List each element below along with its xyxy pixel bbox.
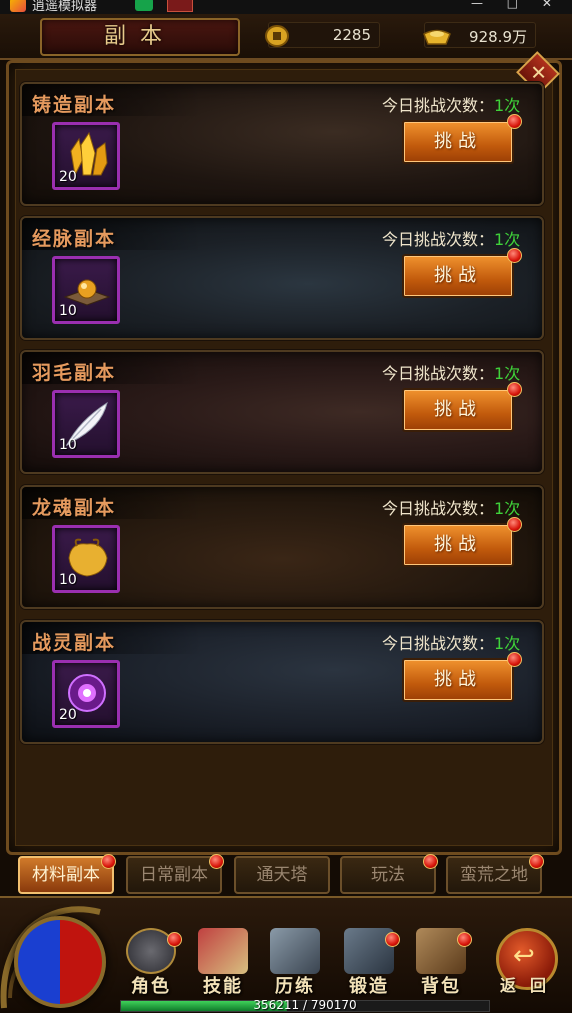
header: 副本 2285 928.9万: [0, 14, 572, 60]
dungeon-card-war-spirit: 战灵副本 今日挑战次数：1次 20 挑战: [20, 620, 544, 744]
exp-text: 356211 / 790170: [253, 998, 357, 1012]
gold-ingot-icon: [423, 29, 451, 45]
item-quantity: 20: [59, 707, 77, 723]
nav-skills[interactable]: 技能: [190, 928, 256, 998]
challenge-button[interactable]: 挑战: [402, 523, 514, 567]
challenge-count-value: 1次: [494, 230, 521, 249]
back-label: 返回: [500, 976, 561, 995]
tab-sky-tower[interactable]: 通天塔: [234, 856, 330, 894]
challenge-count: 今日挑战次数：1次: [382, 92, 520, 116]
notification-dot: [507, 517, 522, 532]
dungeon-name: 战灵副本: [32, 632, 117, 654]
notification-dot: [423, 854, 438, 869]
nav-label: 角色: [131, 976, 171, 997]
window-controls[interactable]: — □ ✕: [471, 0, 562, 10]
dungeon-card-feather: 羽毛副本 今日挑战次数：1次 10 挑战: [20, 350, 544, 474]
challenge-count-value: 1次: [494, 96, 521, 115]
coin-display: 2285: [265, 22, 380, 48]
chat-icon[interactable]: [135, 0, 153, 11]
challenge-count-label: 今日挑战次数：: [382, 499, 495, 518]
app-icon: [10, 0, 26, 12]
item-quantity: 10: [59, 572, 77, 588]
notification-dot: [209, 854, 224, 869]
status-bar: 逍遥模拟器 — □ ✕: [0, 0, 572, 14]
nav-label: 历练: [275, 976, 315, 997]
notification-dot: [507, 652, 522, 667]
challenge-count-value: 1次: [494, 499, 521, 518]
nav-backpack[interactable]: 背包: [408, 928, 474, 998]
tab-label: 材料副本: [32, 865, 100, 885]
item-quantity: 10: [59, 303, 77, 319]
notification-dot: [167, 932, 182, 947]
page-title: 副本: [103, 24, 176, 49]
challenge-count: 今日挑战次数：1次: [382, 360, 520, 384]
nav-label: 背包: [421, 976, 461, 997]
dungeon-card-forge: 铸造副本 今日挑战次数：1次 20 挑战: [20, 82, 544, 206]
notification-dot: [507, 248, 522, 263]
dungeon-name: 经脉副本: [32, 228, 117, 250]
ingot-value: 928.9万: [469, 28, 527, 46]
item-quantity: 20: [59, 169, 77, 185]
challenge-count-label: 今日挑战次数：: [382, 364, 495, 383]
yin-yang-icon[interactable]: [14, 916, 106, 1008]
bottom-nav: 角色 技能 历练 锻造 背包 ↩ 返回 356211 / 790170: [0, 896, 572, 1013]
coin-icon: [265, 25, 289, 47]
tab-label: 玩法: [371, 865, 405, 885]
notification-dot: [529, 854, 544, 869]
challenge-count-value: 1次: [494, 364, 521, 383]
notification-dot: [507, 114, 522, 129]
notification-dot: [507, 382, 522, 397]
nav-forge[interactable]: 锻造: [336, 928, 402, 998]
notification-dot: [385, 932, 400, 947]
challenge-count-value: 1次: [494, 634, 521, 653]
tab-label: 蛮荒之地: [460, 865, 528, 885]
challenge-count-label: 今日挑战次数：: [382, 634, 495, 653]
notification-dot: [457, 932, 472, 947]
reward-item-slot[interactable]: 10: [52, 390, 120, 458]
armor-icon: [270, 928, 320, 974]
dungeon-tabs: 材料副本 日常副本 通天塔 玩法 蛮荒之地: [14, 854, 558, 896]
notification-dot: [101, 854, 116, 869]
coin-value: 2285: [332, 26, 371, 44]
challenge-count-label: 今日挑战次数：: [382, 96, 495, 115]
challenge-button[interactable]: 挑战: [402, 120, 514, 164]
game-icon[interactable]: [167, 0, 193, 12]
dungeon-card-dragon-soul: 龙魂副本 今日挑战次数：1次 10 挑战: [20, 485, 544, 609]
tab-wild-land[interactable]: 蛮荒之地: [446, 854, 544, 894]
nav-character[interactable]: 角色: [118, 928, 184, 998]
dungeon-name: 龙魂副本: [32, 497, 117, 519]
reward-item-slot[interactable]: 10: [52, 256, 120, 324]
tab-label: 通天塔: [256, 865, 308, 885]
dungeon-card-meridian: 经脉副本 今日挑战次数：1次 10 挑战: [20, 216, 544, 340]
tab-daily-dungeon[interactable]: 日常副本: [126, 854, 224, 894]
back-arrow-icon: ↩: [513, 941, 535, 971]
item-quantity: 10: [59, 437, 77, 453]
challenge-button[interactable]: 挑战: [402, 388, 514, 432]
nav-label: 技能: [203, 976, 243, 997]
challenge-count: 今日挑战次数：1次: [382, 495, 520, 519]
reward-item-slot[interactable]: 20: [52, 122, 120, 190]
challenge-button[interactable]: 挑战: [402, 254, 514, 298]
challenge-count: 今日挑战次数：1次: [382, 630, 520, 654]
page-title-plate: 副本: [40, 18, 240, 56]
challenge-count: 今日挑战次数：1次: [382, 226, 520, 250]
nav-label: 锻造: [349, 976, 389, 997]
skill-book-icon: [198, 928, 248, 974]
dungeon-name: 羽毛副本: [32, 362, 117, 384]
challenge-button[interactable]: 挑战: [402, 658, 514, 702]
dungeon-name: 铸造副本: [32, 94, 117, 116]
ingot-display: 928.9万: [423, 22, 536, 48]
challenge-count-label: 今日挑战次数：: [382, 230, 495, 249]
nav-training[interactable]: 历练: [262, 928, 328, 998]
tab-label: 日常副本: [140, 865, 208, 885]
reward-item-slot[interactable]: 20: [52, 660, 120, 728]
tab-material-dungeon[interactable]: 材料副本: [18, 854, 116, 894]
reward-item-slot[interactable]: 10: [52, 525, 120, 593]
app-title: 逍遥模拟器: [32, 0, 98, 14]
tab-gameplay[interactable]: 玩法: [340, 854, 438, 894]
exp-bar: 356211 / 790170: [120, 998, 490, 1012]
